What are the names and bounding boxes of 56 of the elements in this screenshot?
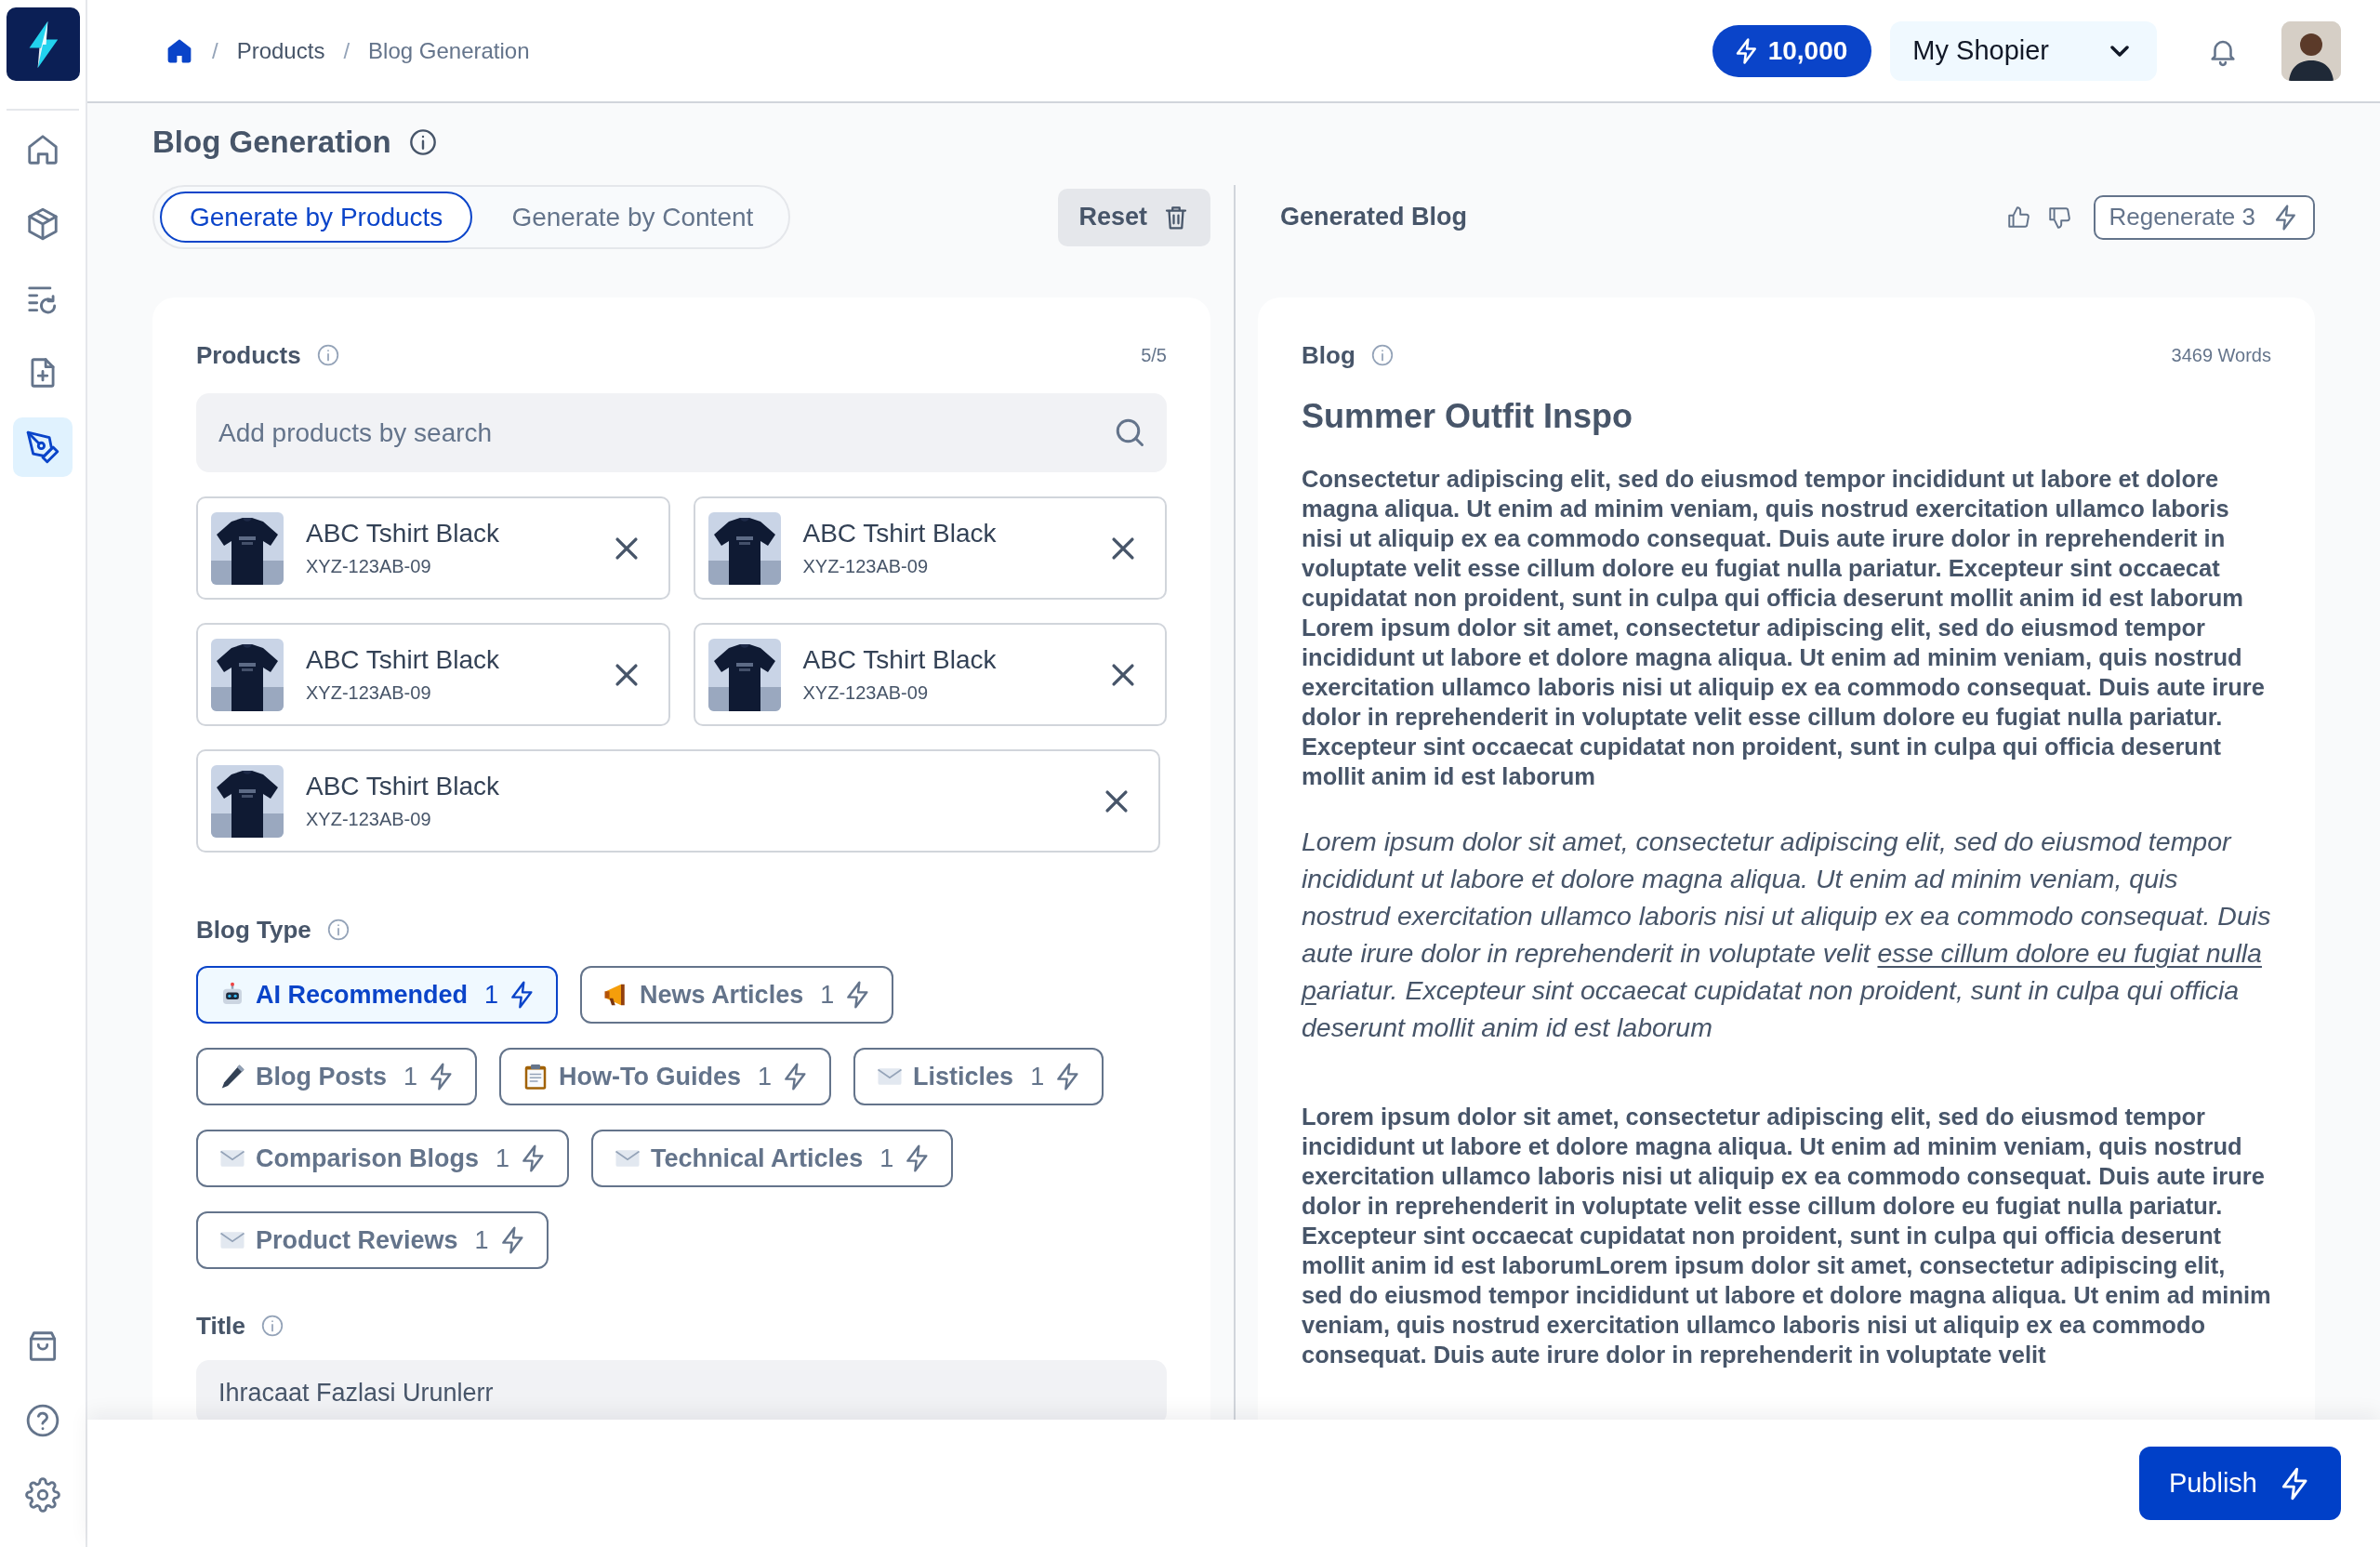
- word-count: 3469 Words: [2171, 344, 2271, 366]
- product-name: ABC Tshirt Black: [306, 519, 500, 549]
- paragraph: Consectetur adipiscing elit, sed do eiusmod tempor incididunt ut labore et dolore magna aliqua. Ut enim ad minim veniam, quis nostrud exercitation ullamco laboris nisi ut aliquip ex ea commodo consequat. Duis aute irure dolor in reprehenderit in voluptate velit esse cillum dolore eu fugiat nulla pariatur. Excepteur sint occaecat cupidatat non proident, sunt in culpa qui officia deserunt mollit anim id est laborum Lorem ipsum dolor sit amet, consectetur adipiscing elit, sed do eiusmod tempor incididunt ut labore et dolore magna aliqua. Ut enim ad minim veniam, quis nostrud exercitation ullamco laboris nisi ut aliquip ex ea commodo consequat. Duis aute irure dolor in reprehenderit in voluptate velit esse cillum dolore eu fugiat nulla pariatur. Excepteur sint occaecat cupidatat non proident, sunt in culpa qui officia deserunt mollit anim id est laborum: [1302, 465, 2266, 791]
- search-field[interactable]: Add products by search: [196, 393, 1167, 472]
- info-icon[interactable]: [407, 127, 438, 157]
- regenerate-button[interactable]: Regenerate 3: [2094, 194, 2315, 240]
- section-label: Blog Type: [196, 915, 311, 945]
- publish-button[interactable]: Publish: [2138, 1447, 2341, 1520]
- thumbs-up-icon: [2006, 205, 2031, 230]
- blog-type-chip[interactable]: How-To Guides 1: [499, 1048, 832, 1105]
- blog-type-chip[interactable]: Product Reviews 1: [196, 1211, 549, 1269]
- credits-button[interactable]: 10,000: [1712, 24, 1872, 77]
- shop-selector[interactable]: My Shopier: [1890, 20, 2157, 81]
- product-sku: XYZ-123AB-09: [306, 682, 432, 704]
- breadcrumb-separator: /: [212, 37, 218, 64]
- product-count: 5/5: [1141, 344, 1167, 366]
- product-sku: XYZ-123AB-09: [802, 556, 929, 577]
- product-name: ABC Tshirt Black: [306, 772, 500, 801]
- blog-title: Summer Outfit Inspo: [1302, 397, 1633, 436]
- mode-tab[interactable]: Generate by Content: [482, 192, 784, 243]
- dislike-button[interactable]: [2047, 205, 2072, 230]
- like-button[interactable]: [2006, 205, 2031, 230]
- breadcrumb-current: Blog Generation: [368, 37, 530, 64]
- mode-tab[interactable]: Generate by Products: [160, 192, 473, 243]
- product-sku: XYZ-123AB-09: [802, 682, 929, 704]
- home-icon: [25, 132, 60, 167]
- title-field[interactable]: Ihracaat Fazlasi Urunlerr: [196, 1360, 1167, 1420]
- product-name: ABC Tshirt Black: [306, 645, 500, 675]
- thumbs-down-icon: [2047, 205, 2072, 230]
- cube-icon: [25, 206, 60, 242]
- section-label: Products: [196, 340, 301, 370]
- product-name: ABC Tshirt Black: [802, 519, 998, 549]
- avatar[interactable]: [2281, 20, 2341, 81]
- breadcrumb-separator: /: [343, 37, 350, 64]
- sidebar-item[interactable]: [13, 417, 73, 477]
- blog-type-chip[interactable]: Listicles 1: [853, 1048, 1104, 1105]
- blog-type-chip[interactable]: News Articles 1: [580, 966, 894, 1024]
- breadcrumb-link[interactable]: Products: [236, 37, 325, 64]
- app-logo[interactable]: [6, 7, 80, 81]
- pen-tool-icon: [25, 430, 60, 465]
- help-icon: [25, 1403, 60, 1438]
- product-sku: XYZ-123AB-09: [306, 809, 432, 830]
- blog-type-chip[interactable]: Blog Posts 1: [196, 1048, 478, 1105]
- paragraph: Lorem ipsum dolor sit amet, consectetur adipiscing elit, sed do eiusmod tempor incididunt ut labore et dolore magna aliqua. Ut enim ad minim veniam, quis nostrud exercitation ullamco laboris nisi ut aliquip ex ea commodo consequat. Duis aute irure dolor in reprehenderit in voluptate velit esse cillum dolore eu fugiat nulla pariatur. Excepteur sint occaecat cupidatat non proident, sunt in culpa qui officia deserunt mollit anim id est laborumLorem ipsum dolor sit amet, consectetur adipiscing elit, sed do eiusmod tempor incididunt ut labore et dolore magna aliqua. Ut enim ad minim veniam, quis nostrud exercitation ullamco laboris nisi ut aliquip ex ea commodo consequat. Duis aute irure dolor in reprehenderit in voluptate velit: [1302, 1103, 2271, 1369]
- product-name: ABC Tshirt Black: [802, 645, 998, 675]
- reset-button[interactable]: Reset: [1058, 188, 1210, 246]
- page-title: Blog Generation: [152, 125, 391, 160]
- section-label: Blog: [1302, 340, 1355, 370]
- blog-type-chip[interactable]: Comparison Blogs 1: [196, 1130, 570, 1187]
- blog-type-chip[interactable]: AI Recommended 1: [196, 966, 559, 1024]
- panel-heading: Generated Blog: [1280, 203, 1469, 231]
- settings-icon: [25, 1477, 60, 1513]
- blog-type-chip[interactable]: Technical Articles 1: [591, 1130, 954, 1187]
- section-label: Title: [196, 1311, 245, 1341]
- paragraph: Lorem ipsum dolor sit amet, consectetur adipiscing elit, sed do eiusmod tempor incididunt ut labore et dolore magna aliqua. Ut enim ad minim veniam, quis nostrud exercitation ullamco laboris nisi ut aliquip ex ea commodo consequat. Duis aute irure dolor in reprehenderit in voluptate velit esse cillum dolore eu fugiat nulla pariatur. Excepteur sint occaecat cupidatat non proident, sunt in culpa qui officia deserunt mollit anim id est laborum: [1302, 826, 2271, 1044]
- product-sku: XYZ-123AB-09: [306, 556, 432, 577]
